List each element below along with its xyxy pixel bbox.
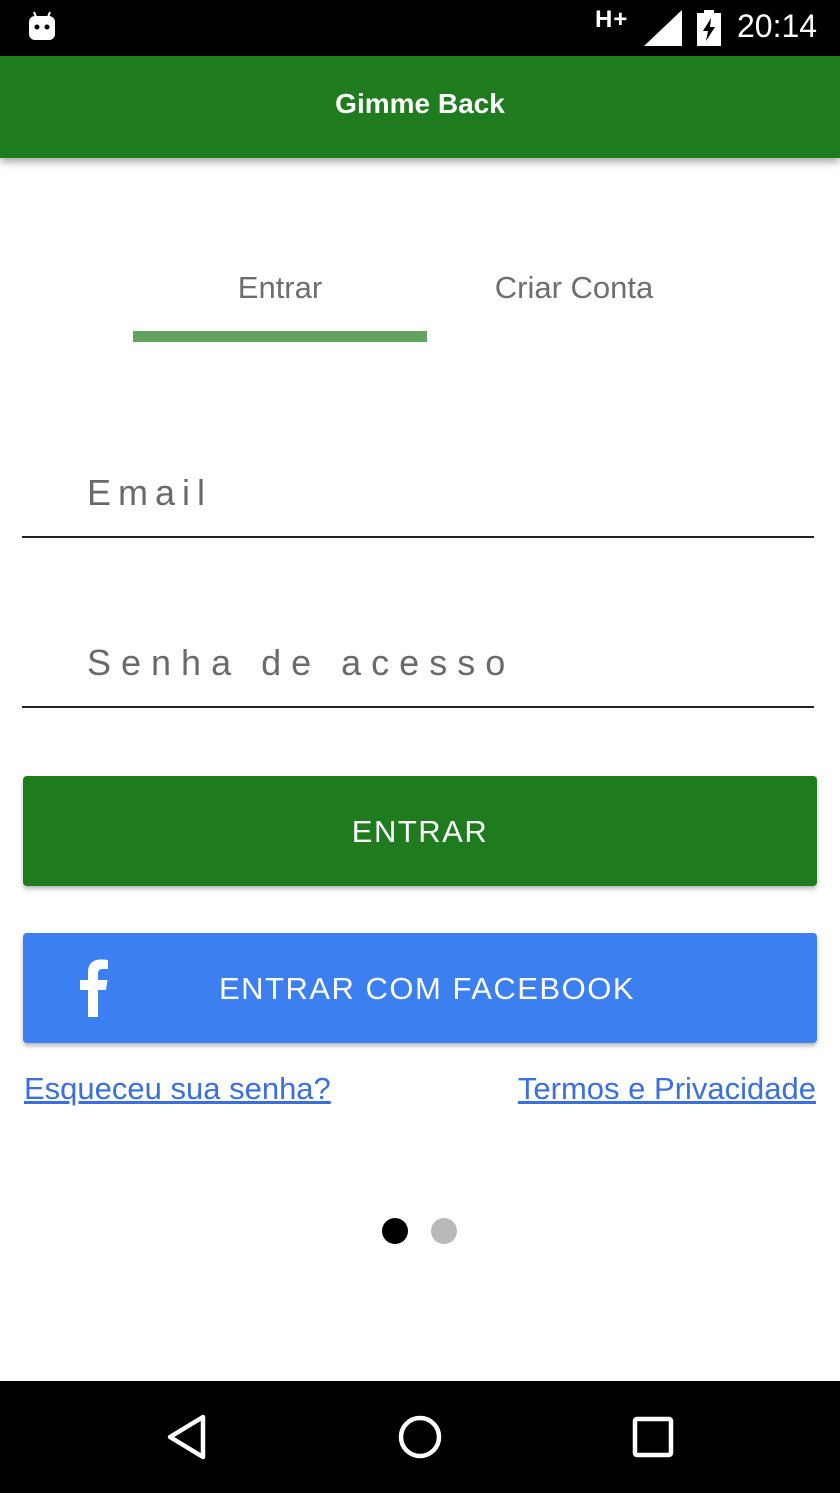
password-field[interactable]: Senha de acesso [22,628,814,708]
navigation-bar [0,1381,840,1493]
entrar-button-label: ENTRAR [351,814,489,849]
signal-icon [644,10,682,46]
android-icon [29,11,55,40]
password-placeholder: Senha de acesso [87,642,516,683]
entrar-button[interactable]: ENTRAR [23,776,817,886]
page-indicator-dot [431,1218,457,1244]
home-icon[interactable] [390,1407,450,1467]
facebook-login-label: ENTRAR COM FACEBOOK [218,971,636,1006]
facebook-login-button[interactable]: ENTRAR COM FACEBOOK [23,933,817,1043]
email-placeholder: Email [87,472,213,513]
forgot-password-link[interactable]: Esqueceu sua senha? [24,1071,331,1107]
status-bar: H+ 20:14 [0,0,840,56]
network-type: H+ [595,6,629,33]
tab-criar-conta[interactable]: Criar Conta [427,270,721,306]
battery-charging-icon [697,10,721,46]
app-title: Gimme Back [335,88,505,119]
back-icon[interactable] [158,1407,218,1467]
email-field[interactable]: Email [22,458,814,538]
status-time: 20:14 [737,8,818,44]
page-indicator-dot-active [382,1218,408,1244]
tab-indicator [133,331,427,342]
terms-privacy-link[interactable]: Termos e Privacidade [518,1071,816,1107]
tab-entrar[interactable]: Entrar [133,270,427,306]
app-bar: Gimme Back [0,56,840,158]
recent-apps-icon[interactable] [623,1407,683,1467]
